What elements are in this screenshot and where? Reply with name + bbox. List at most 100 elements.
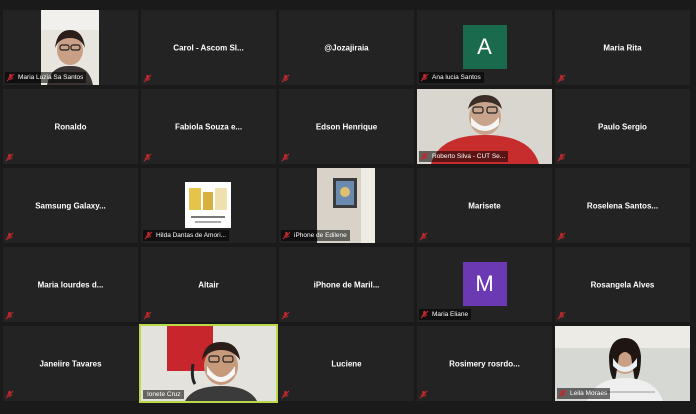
participant-tile[interactable]: Marisete — [417, 168, 552, 243]
avatar: M — [462, 262, 507, 306]
participant-tile[interactable]: Roselena Santos... — [555, 168, 690, 243]
participant-display-name: Carol - Ascom SI... — [173, 43, 244, 52]
participant-tile[interactable]: Edson Henrique — [279, 89, 414, 164]
participant-label — [5, 390, 14, 399]
participant-name: iPhone de Edilene — [294, 232, 347, 239]
muted-mic-icon — [5, 153, 14, 162]
participant-tile[interactable]: iPhone de Edilene — [279, 168, 414, 243]
participant-tile[interactable]: Maria Luzia Sa Santos — [3, 10, 138, 85]
participant-label — [5, 311, 14, 320]
participant-display-name: Luciene — [331, 359, 362, 368]
participant-display-name: Janeiire Tavares — [39, 359, 102, 368]
muted-mic-icon — [557, 74, 566, 83]
muted-mic-icon — [419, 390, 428, 399]
muted-mic-icon — [557, 232, 566, 241]
muted-mic-icon — [281, 311, 290, 320]
participant-label: Ana lucia Santos — [419, 72, 484, 83]
participant-tile[interactable]: Maria lourdes d... — [3, 247, 138, 322]
participant-grid: Maria Luzia Sa Santos Carol - Ascom SI..… — [0, 0, 696, 414]
participant-label — [557, 74, 566, 83]
participant-label: Leila Moraes — [557, 388, 611, 399]
muted-mic-icon — [281, 74, 290, 83]
participant-label — [281, 390, 290, 399]
participant-tile[interactable]: A Ana lucia Santos — [417, 10, 552, 85]
participant-display-name: Maria Rita — [603, 43, 642, 52]
participant-tile[interactable]: Luciene — [279, 326, 414, 401]
participant-label — [5, 153, 14, 162]
participant-tile[interactable]: Maria Rita — [555, 10, 690, 85]
participant-display-name: Rosimery rosrdo... — [449, 359, 520, 368]
avatar: A — [462, 25, 507, 69]
participant-display-name: Roselena Santos... — [586, 201, 659, 210]
participant-label — [281, 153, 290, 162]
participant-name: Ionete Cruz — [147, 391, 181, 398]
participant-tile-active-speaker[interactable]: Ionete Cruz — [139, 324, 278, 403]
participant-tile[interactable]: Ronaldo — [3, 89, 138, 164]
participant-display-name: Ronaldo — [54, 122, 87, 131]
muted-mic-icon — [557, 153, 566, 162]
participant-display-name: Maria lourdes d... — [37, 280, 104, 289]
participant-display-name: Marisete — [468, 201, 501, 210]
participant-display-name: Samsung Galaxy... — [35, 201, 106, 210]
muted-mic-icon — [281, 153, 290, 162]
muted-mic-icon — [5, 390, 14, 399]
participant-display-name: Altair — [198, 280, 219, 289]
participant-label: Ionete Cruz — [143, 390, 184, 399]
participant-label: Hilda Dantas de Amori... — [143, 230, 230, 241]
muted-mic-icon — [5, 311, 14, 320]
participant-label — [419, 232, 428, 241]
muted-mic-icon — [558, 389, 567, 398]
muted-mic-icon — [557, 311, 566, 320]
participant-tile[interactable]: Janeiire Tavares — [3, 326, 138, 401]
participant-tile[interactable]: Paulo Sergio — [555, 89, 690, 164]
participant-label — [281, 311, 290, 320]
participant-tile[interactable]: Carol - Ascom SI... — [141, 10, 276, 85]
participant-label — [557, 311, 566, 320]
participant-label — [557, 153, 566, 162]
participant-tile[interactable]: iPhone de Maril... — [279, 247, 414, 322]
muted-mic-icon — [144, 231, 153, 240]
participant-label — [143, 153, 152, 162]
participant-display-name: Paulo Sergio — [598, 122, 647, 131]
muted-mic-icon — [281, 390, 290, 399]
participant-tile[interactable]: M Maria Eliane — [417, 247, 552, 322]
participant-tile[interactable]: Rosangela Alves — [555, 247, 690, 322]
muted-mic-icon — [420, 73, 429, 82]
participant-display-name: @Jozajiraia — [324, 43, 369, 52]
muted-mic-icon — [6, 73, 15, 82]
participant-tile[interactable]: Samsung Galaxy... — [3, 168, 138, 243]
participant-tile[interactable]: Hilda Dantas de Amori... — [141, 168, 276, 243]
participant-tile[interactable]: Altair — [141, 247, 276, 322]
participant-display-name: Edson Henrique — [315, 122, 378, 131]
participant-label — [5, 232, 14, 241]
participant-tile[interactable]: Rosimery rosrdo... — [417, 326, 552, 401]
participant-display-name: Rosangela Alves — [590, 280, 655, 289]
participant-name: Leila Moraes — [570, 390, 608, 397]
participant-label: Maria Eliane — [419, 309, 472, 320]
participant-name: Ana lucia Santos — [432, 74, 481, 81]
muted-mic-icon — [143, 311, 152, 320]
muted-mic-icon — [419, 232, 428, 241]
participant-name: Hilda Dantas de Amori... — [156, 232, 227, 239]
participant-label — [281, 74, 290, 83]
participant-tile[interactable]: @Jozajiraia — [279, 10, 414, 85]
muted-mic-icon — [420, 310, 429, 319]
participant-tile[interactable]: Leila Moraes — [555, 326, 690, 401]
participant-name: Maria Eliane — [432, 311, 469, 318]
participant-tile[interactable]: Roberto Silva - CUT Se... — [417, 89, 552, 164]
participant-name: Roberto Silva - CUT Se... — [432, 153, 506, 160]
participant-display-name: Fabiola Souza e... — [174, 122, 243, 131]
participant-video — [185, 182, 231, 228]
muted-mic-icon — [420, 152, 429, 161]
participant-label — [419, 390, 428, 399]
participant-tile[interactable]: Fabiola Souza e... — [141, 89, 276, 164]
muted-mic-icon — [143, 74, 152, 83]
participant-label — [143, 311, 152, 320]
participant-label — [557, 232, 566, 241]
participant-name: Maria Luzia Sa Santos — [18, 74, 84, 81]
participant-label: Maria Luzia Sa Santos — [5, 72, 87, 83]
participant-display-name: iPhone de Maril... — [313, 280, 380, 289]
muted-mic-icon — [143, 153, 152, 162]
participant-label — [143, 74, 152, 83]
participant-label: Roberto Silva - CUT Se... — [419, 151, 509, 162]
